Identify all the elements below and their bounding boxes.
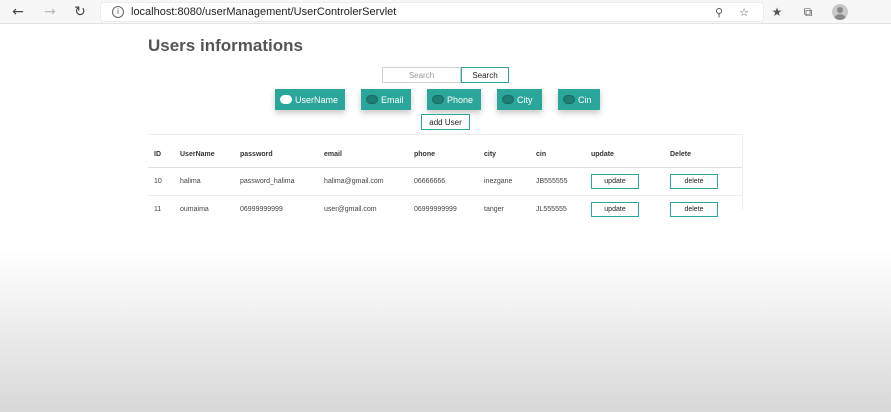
cell-cin: JL555555 bbox=[536, 205, 567, 213]
cell-email: halima@gmail.com bbox=[318, 167, 408, 196]
cell-update: update bbox=[585, 195, 664, 223]
page-title: Users informations bbox=[148, 36, 303, 55]
cell-id: 11 bbox=[154, 205, 162, 213]
favorites-icon[interactable]: ★ bbox=[768, 3, 786, 21]
collections-icon[interactable]: ⧉ bbox=[799, 3, 817, 21]
table-row: 11 oumaima 06999999999 user@gmail.com 06… bbox=[148, 195, 743, 223]
toggle-icon bbox=[280, 95, 292, 104]
cell-email: user@gmail.com bbox=[324, 205, 377, 213]
cell-phone: 06666666 bbox=[408, 167, 478, 196]
forward-arrow-icon[interactable]: → bbox=[40, 2, 60, 22]
update-button[interactable]: update bbox=[591, 201, 639, 217]
filter-email-button[interactable]: Email bbox=[361, 89, 411, 110]
cell-city: inezgane bbox=[478, 167, 530, 196]
filter-label: UserName bbox=[295, 94, 339, 105]
toggle-icon bbox=[563, 95, 575, 104]
column-header: password bbox=[234, 134, 318, 168]
column-header: phone bbox=[408, 134, 478, 168]
table-row: 10 halima password_halima halima@gmail.c… bbox=[148, 167, 743, 196]
star-plus-icon[interactable]: ☆ bbox=[737, 6, 751, 20]
cell-password: 06999999999 bbox=[240, 205, 283, 213]
column-header: email bbox=[318, 134, 408, 168]
cell-delete: delete bbox=[664, 195, 743, 223]
add-user-button[interactable]: add User bbox=[421, 114, 470, 130]
filter-label: Cin bbox=[578, 94, 592, 105]
column-header: cin bbox=[530, 134, 585, 168]
delete-button[interactable]: delete bbox=[670, 201, 718, 217]
filter-city-button[interactable]: City bbox=[497, 89, 542, 110]
filter-label: City bbox=[517, 94, 533, 105]
column-header: UserName bbox=[174, 134, 234, 168]
column-header: Delete bbox=[664, 134, 743, 168]
column-header: update bbox=[585, 134, 664, 168]
search-input[interactable] bbox=[382, 67, 461, 83]
browser-toolbar: ← → ↻ i localhost:8080/userManagement/Us… bbox=[0, 0, 891, 24]
column-header: city bbox=[478, 134, 530, 168]
update-button[interactable]: update bbox=[591, 173, 639, 189]
delete-button[interactable]: delete bbox=[670, 173, 718, 189]
cell-update: update bbox=[585, 167, 664, 196]
filter-label: Email bbox=[381, 94, 404, 105]
info-icon[interactable]: i bbox=[112, 6, 124, 18]
cell-delete: delete bbox=[664, 167, 743, 196]
filter-username-button[interactable]: UserName bbox=[275, 89, 345, 110]
url-text[interactable]: localhost:8080/userManagement/UserContro… bbox=[131, 6, 396, 18]
cell-cin: JB555555 bbox=[530, 167, 585, 196]
cell-city: tanger bbox=[484, 205, 504, 213]
filter-label: Phone bbox=[447, 94, 474, 105]
toggle-icon bbox=[432, 95, 444, 104]
search-button[interactable]: Search bbox=[461, 67, 509, 83]
toggle-icon bbox=[366, 95, 378, 104]
address-bar[interactable]: i localhost:8080/userManagement/UserCont… bbox=[100, 2, 764, 22]
cell-password: password_halima bbox=[234, 167, 318, 196]
filter-cin-button[interactable]: Cin bbox=[558, 89, 600, 110]
table-header-row: ID UserName password email phone city ci… bbox=[148, 134, 743, 168]
toggle-icon bbox=[502, 95, 514, 104]
users-table: ID UserName password email phone city ci… bbox=[148, 134, 743, 223]
cell-id: 10 bbox=[148, 167, 174, 196]
back-arrow-icon[interactable]: ← bbox=[8, 2, 28, 22]
refresh-icon[interactable]: ↻ bbox=[70, 2, 90, 22]
cell-username: oumaima bbox=[180, 205, 209, 213]
column-header: ID bbox=[148, 134, 174, 168]
avatar[interactable] bbox=[832, 4, 848, 20]
filter-phone-button[interactable]: Phone bbox=[427, 89, 481, 110]
zoom-icon[interactable]: ⚲ bbox=[712, 6, 726, 20]
cell-username: halima bbox=[174, 167, 234, 196]
cell-phone: 06999999999 bbox=[414, 205, 457, 213]
